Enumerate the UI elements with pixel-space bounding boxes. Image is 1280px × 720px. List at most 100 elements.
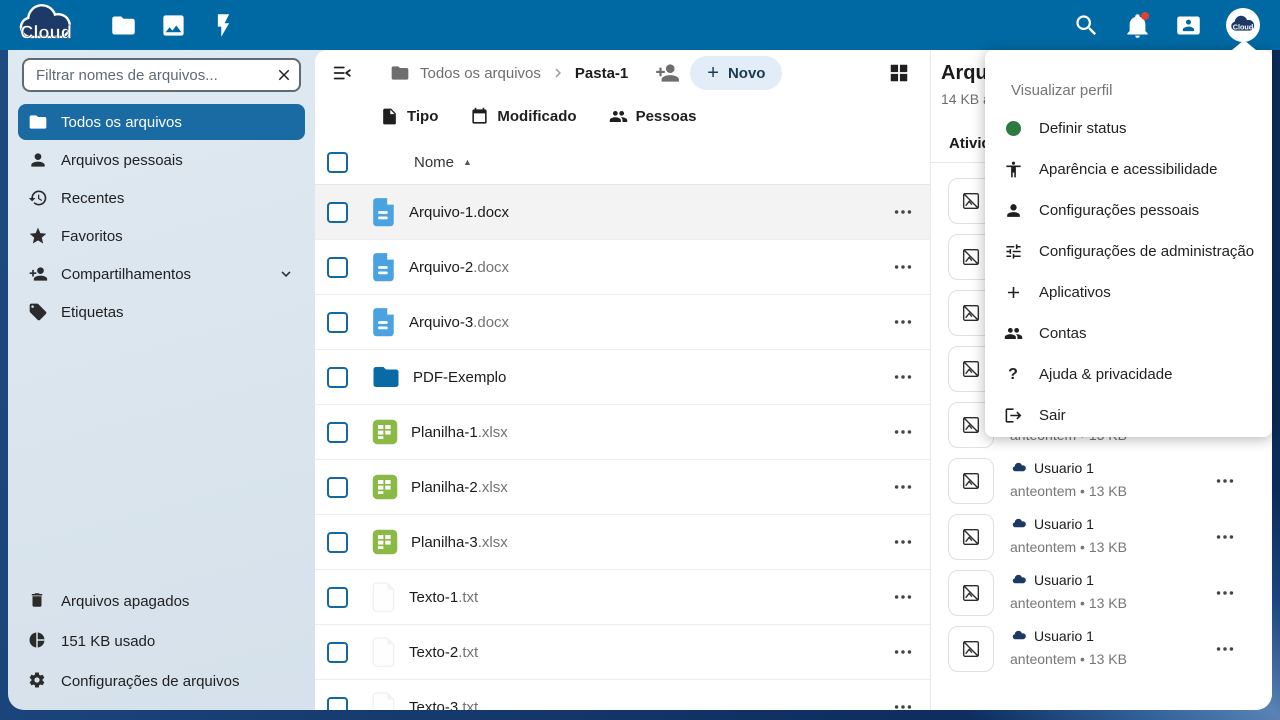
sidebar-item-recent[interactable]: Recentes xyxy=(18,180,305,216)
sidebar-item-deleted-files[interactable]: Arquivos apagados xyxy=(18,582,305,620)
row-checkbox[interactable] xyxy=(327,421,348,443)
sidebar-item-files-settings[interactable]: Configurações de arquivos xyxy=(18,662,305,700)
row-actions-button[interactable] xyxy=(892,256,914,278)
row-actions-button[interactable] xyxy=(892,311,914,333)
table-row[interactable]: Texto-2.txt xyxy=(315,625,930,680)
menu-item-admin-settings[interactable]: Configurações de administração xyxy=(985,231,1272,272)
filter-modified-chip[interactable]: Modificado xyxy=(470,107,577,126)
menu-item-help-privacy[interactable]: ? Ajuda & privacidade xyxy=(985,354,1272,395)
sidebar-item-favorites[interactable]: Favoritos xyxy=(18,218,305,254)
table-row[interactable]: Arquivo-1.docx xyxy=(315,185,930,240)
row-checkbox[interactable] xyxy=(327,531,348,553)
table-row[interactable]: Arquivo-3.docx xyxy=(315,295,930,350)
sidebar-item-shares[interactable]: Compartilhamentos xyxy=(18,256,305,292)
sidebar-item-label: Todos os arquivos xyxy=(61,113,182,131)
quota-label: 151 KB usado xyxy=(61,632,156,650)
table-row[interactable]: Planilha-3.xlsx xyxy=(315,515,930,570)
row-checkbox[interactable] xyxy=(327,366,348,388)
table-row[interactable]: Arquivo-2.docx xyxy=(315,240,930,295)
row-actions-button[interactable] xyxy=(892,366,914,388)
filter-people-chip[interactable]: Pessoas xyxy=(609,107,696,126)
row-checkbox[interactable] xyxy=(327,201,348,223)
file-name: Arquivo-3.docx xyxy=(409,313,510,331)
filename-filter-input[interactable] xyxy=(22,58,301,92)
row-checkbox[interactable] xyxy=(327,476,348,498)
menu-item-logout[interactable]: Sair xyxy=(985,395,1272,436)
menu-item-appearance-accessibility[interactable]: Aparência e acessibilidade xyxy=(985,149,1272,190)
accessibility-icon xyxy=(1003,160,1023,180)
person-plus-icon xyxy=(28,264,48,284)
table-row[interactable]: Texto-3.txt xyxy=(315,680,930,710)
table-header: Nome ▲ xyxy=(315,140,930,185)
grid-view-button[interactable] xyxy=(888,62,910,84)
activity-meta: anteontem • 13 KB xyxy=(1010,539,1127,555)
row-checkbox[interactable] xyxy=(327,586,348,608)
row-actions-button[interactable] xyxy=(892,531,914,553)
name-column-header[interactable]: Nome ▲ xyxy=(414,154,472,171)
row-actions-button[interactable] xyxy=(892,421,914,443)
row-actions-button[interactable] xyxy=(892,476,914,498)
user-avatar-button[interactable]: Cloud xyxy=(1226,8,1260,42)
clear-filter-button[interactable] xyxy=(271,62,297,88)
share-folder-button[interactable] xyxy=(654,60,680,86)
chip-label: Tipo xyxy=(407,107,439,125)
list-item[interactable]: Usuario 1 anteontem • 13 KB xyxy=(931,569,1272,625)
filter-type-chip[interactable]: Tipo xyxy=(380,107,438,126)
grid-icon xyxy=(888,62,910,84)
broken-image-icon xyxy=(948,570,994,616)
contacts-button[interactable] xyxy=(1175,12,1202,39)
breadcrumb-current[interactable]: Pasta-1 xyxy=(575,65,628,82)
new-button[interactable]: + Novo xyxy=(690,56,783,90)
app-logo[interactable]: Cloud xyxy=(14,2,78,48)
menu-item-accounts[interactable]: Contas xyxy=(985,313,1272,354)
menu-item-label: Contas xyxy=(1039,325,1087,342)
file-name: Planilha-3.xlsx xyxy=(411,533,508,551)
broken-image-icon xyxy=(948,626,994,672)
menu-item-apps[interactable]: Aplicativos xyxy=(985,272,1272,313)
profile-dropdown-menu: Visualizar perfil Definir status Aparênc… xyxy=(985,40,1272,437)
sidebar-item-personal-files[interactable]: Arquivos pessoais xyxy=(18,142,305,178)
broken-image-icon xyxy=(948,514,994,560)
breadcrumb-root[interactable]: Todos os arquivos xyxy=(390,63,541,83)
row-actions-button[interactable] xyxy=(892,696,914,710)
unified-search-button[interactable] xyxy=(1073,12,1100,39)
list-item[interactable]: Usuario 1 anteontem • 13 KB xyxy=(931,625,1272,681)
row-checkbox[interactable] xyxy=(327,311,348,333)
plus-icon xyxy=(1003,283,1023,303)
row-actions-button[interactable] xyxy=(892,641,914,663)
menu-item-personal-settings[interactable]: Configurações pessoais xyxy=(985,190,1272,231)
row-checkbox[interactable] xyxy=(327,641,348,663)
table-row[interactable]: Texto-1.txt xyxy=(315,570,930,625)
row-checkbox[interactable] xyxy=(327,256,348,278)
activity-actions-button[interactable] xyxy=(1214,470,1236,492)
table-row[interactable]: PDF-Exemplo xyxy=(315,350,930,405)
sidebar-item-label: Configurações de arquivos xyxy=(61,672,240,690)
activity-actions-button[interactable] xyxy=(1214,526,1236,548)
activity-app-button[interactable] xyxy=(210,12,237,39)
txt-file-icon xyxy=(371,692,397,710)
activity-actions-button[interactable] xyxy=(1214,582,1236,604)
sidebar-item-label: Arquivos apagados xyxy=(61,592,190,610)
person-plus-icon xyxy=(654,60,680,86)
activity-actions-button[interactable] xyxy=(1214,638,1236,660)
row-actions-button[interactable] xyxy=(892,586,914,608)
list-item[interactable]: Usuario 1 anteontem • 13 KB xyxy=(931,457,1272,513)
activity-user: Usuario 1 xyxy=(1034,572,1094,588)
view-profile-link[interactable]: Visualizar perfil xyxy=(985,72,1272,108)
chevron-down-icon[interactable] xyxy=(277,265,295,283)
photos-app-button[interactable] xyxy=(160,12,187,39)
table-row[interactable]: Planilha-2.xlsx xyxy=(315,460,930,515)
table-row[interactable]: Planilha-1.xlsx xyxy=(315,405,930,460)
sidebar-item-tags[interactable]: Etiquetas xyxy=(18,294,305,330)
collapse-sidebar-button[interactable] xyxy=(329,60,355,86)
notifications-button[interactable] xyxy=(1124,11,1151,39)
menu-item-set-status[interactable]: Definir status xyxy=(985,108,1272,149)
list-item[interactable]: Usuario 1 anteontem • 13 KB xyxy=(931,513,1272,569)
file-name: Texto-2.txt xyxy=(409,643,479,661)
row-checkbox[interactable] xyxy=(327,696,348,710)
row-actions-button[interactable] xyxy=(892,201,914,223)
trash-icon xyxy=(28,591,48,611)
sidebar-item-all-files[interactable]: Todos os arquivos xyxy=(18,104,305,140)
select-all-checkbox[interactable] xyxy=(327,151,348,173)
files-app-button[interactable] xyxy=(110,12,137,39)
